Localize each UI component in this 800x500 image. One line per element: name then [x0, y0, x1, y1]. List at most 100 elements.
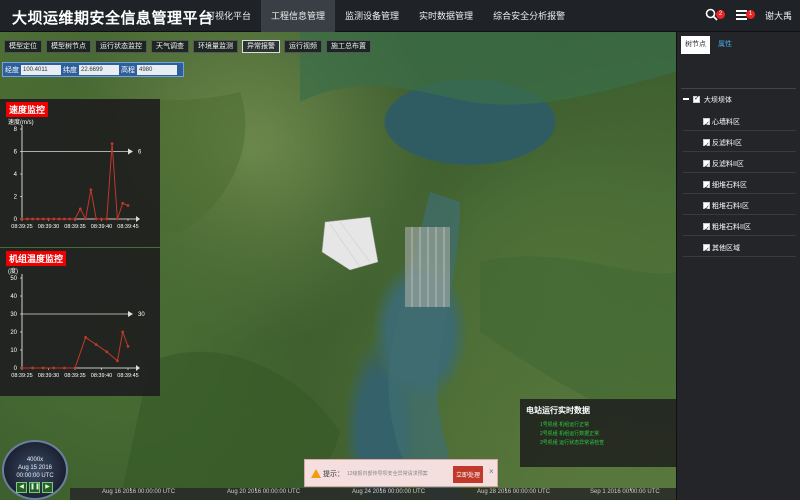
nav-visual-platform[interactable]: 可视化平台 — [196, 0, 261, 32]
clock-controls: ◀ ❚❚ ▶ — [16, 482, 53, 493]
alert-notification: 提示： 12级报内部传导坝安全异常请求预案 立即处理 × — [304, 459, 498, 487]
search-icon[interactable]: 2 — [705, 8, 725, 22]
data-point — [20, 366, 24, 370]
x-tick-label: 08:39:25 — [11, 373, 32, 379]
tool-run-status[interactable]: 运行状态监控 — [95, 40, 147, 53]
tree-item-label: 细堆石料区 — [712, 182, 747, 189]
checkbox-icon[interactable] — [703, 242, 710, 259]
tree-item-coarse-rockfill-2[interactable]: 粗堆石料II区 — [683, 219, 796, 238]
speed-chart: 0 2 4 6 8 08:39:25 08:39:30 08:39:35 08:39:40 08:… — [11, 125, 142, 230]
collapse-icon[interactable] — [683, 98, 689, 100]
checkbox-icon[interactable] — [703, 200, 710, 217]
header-actions: 2 1 谢大禹 — [705, 8, 792, 22]
tree-item-label: 反滤料I区 — [712, 140, 742, 147]
data-point — [100, 217, 103, 221]
search-badge: 2 — [715, 10, 725, 19]
checkbox-icon[interactable] — [703, 116, 710, 133]
app-title: 大坝运维期安全信息管理平台 — [12, 10, 214, 27]
animation-clock[interactable]: 4000x Aug 15 2016 00:00:00 UTC ◀ ❚❚ ▶ — [2, 440, 68, 500]
tree-item-core-wall[interactable]: 心墙料区 — [683, 114, 796, 133]
play-icon[interactable]: ▶ — [42, 482, 53, 493]
data-point — [41, 366, 45, 370]
y-tick-label: 10 — [10, 348, 17, 354]
tree-item-fine-rockfill[interactable]: 细堆石料区 — [683, 177, 796, 196]
series-line — [22, 143, 129, 221]
data-point — [94, 217, 98, 221]
tree-item-label: 粗堆石料I区 — [712, 203, 749, 210]
checkbox-icon[interactable] — [692, 94, 700, 103]
data-point — [52, 217, 56, 221]
tool-env-monitor[interactable]: 环境量监测 — [193, 40, 238, 53]
longitude-field[interactable] — [21, 64, 61, 75]
tree-root[interactable]: 大坝坝体 — [683, 94, 732, 105]
latitude-field[interactable] — [79, 64, 119, 75]
y-tick-label: 6 — [14, 150, 18, 156]
threshold-label: 30 — [138, 312, 145, 318]
tool-model-tree[interactable]: 模型树节点 — [46, 40, 91, 53]
y-tick-label: 0 — [14, 217, 18, 223]
checkbox-icon[interactable] — [703, 137, 710, 154]
nav-engineering-info[interactable]: 工程信息管理 — [261, 0, 336, 32]
user-name[interactable]: 谢大禹 — [765, 9, 792, 22]
tree-item-coarse-rockfill-1[interactable]: 粗堆石料I区 — [683, 198, 796, 217]
data-point — [63, 366, 66, 370]
threshold-arrow — [128, 148, 133, 155]
data-point — [57, 217, 61, 221]
timeline-bar[interactable]: Aug 16 2016 00:00:00 UTC Aug 20 2016 00:… — [70, 488, 676, 500]
y-tick-label: 8 — [14, 127, 18, 133]
tree-item-filter-1[interactable]: 反滤料I区 — [683, 135, 796, 154]
top-header: 大坝运维期安全信息管理平台 可视化平台 工程信息管理 监测设备管理 实时数据管理… — [0, 0, 800, 32]
x-tick-label: 08:39:45 — [117, 373, 138, 379]
temperature-chart-panel: 机组温度监控 (度) 0 10 20 30 40 50 08:39:25 08:39:30 08… — [0, 248, 160, 396]
tree-item-label: 粗堆石料II区 — [712, 224, 751, 231]
nav-realtime-data[interactable]: 实时数据管理 — [409, 0, 483, 32]
data-point — [126, 204, 130, 207]
handle-now-button[interactable]: 立即处理 — [453, 466, 484, 483]
tree-item-filter-2[interactable]: 反滤料II区 — [683, 156, 796, 175]
main-nav: 可视化平台 工程信息管理 监测设备管理 实时数据管理 综合安全分析报警 — [196, 0, 575, 32]
station-line: 2号机组 机组运行数据正常 — [540, 431, 600, 437]
x-tick-label: 08:39:25 — [11, 224, 32, 230]
tab-properties[interactable]: 属性 — [714, 36, 736, 54]
x-tick-label: 08:39:35 — [64, 373, 85, 379]
speed-chart-panel: 速度监控 速度(m/s) 0 2 4 6 8 08:39:25 08:39:30 08:39:… — [0, 99, 160, 247]
tool-anomaly-alarm[interactable]: 异常报警 — [242, 40, 280, 53]
checkbox-icon[interactable] — [703, 179, 710, 196]
tool-construction-layout[interactable]: 施工总布置 — [326, 40, 371, 53]
data-point — [63, 217, 66, 221]
nav-safety-analysis[interactable]: 综合安全分析报警 — [483, 0, 575, 32]
data-point — [31, 366, 34, 370]
tree-item-label: 心墙料区 — [712, 119, 740, 126]
y-tick-label: 2 — [14, 195, 18, 201]
clock-speed: 4000x — [26, 457, 44, 463]
latitude-label: 纬度 — [63, 66, 77, 74]
checkbox-icon[interactable] — [703, 158, 710, 175]
elevation-field[interactable] — [137, 64, 177, 75]
station-data-panel: 电站运行实时数据 1号机组 机组运行正常 2号机组 机组运行数据正常 3号机组 … — [520, 399, 676, 467]
nav-monitoring-devices[interactable]: 监测设备管理 — [335, 0, 409, 32]
right-panel-tabs: 树节点 属性 — [677, 32, 800, 54]
dam-model[interactable] — [320, 212, 380, 272]
station-data-title: 电站运行实时数据 — [526, 406, 590, 415]
speed-chart-title: 速度监控 — [6, 102, 49, 117]
tool-weather[interactable]: 天气调查 — [151, 40, 189, 53]
data-point — [78, 207, 82, 211]
pause-icon[interactable]: ❚❚ — [29, 482, 40, 493]
tool-model-locate[interactable]: 模型定位 — [4, 40, 42, 53]
tree-item-other-area[interactable]: 其他区域 — [683, 240, 796, 259]
rewind-icon[interactable]: ◀ — [16, 482, 27, 493]
checkbox-icon[interactable] — [703, 221, 710, 238]
close-icon[interactable]: × — [489, 467, 494, 476]
tab-tree-nodes[interactable]: 树节点 — [681, 36, 710, 54]
data-point — [105, 217, 109, 221]
powerhouse-model[interactable] — [400, 222, 460, 312]
right-panel: 树节点 属性 大坝坝体 心墙料区 反滤料I区 反滤料II区 细堆石料区 粗堆石料… — [676, 32, 800, 500]
alert-message: 12级报内部传导坝安全异常请求预案 — [347, 471, 428, 477]
data-point — [20, 217, 24, 221]
tool-run-video[interactable]: 运行视频 — [284, 40, 322, 53]
data-point — [84, 336, 87, 339]
station-line: 1号机组 机组运行正常 — [540, 422, 590, 428]
timeline-label: Sep 1 2016 00:00:00 UTC — [590, 489, 660, 495]
message-list-icon[interactable]: 1 — [735, 8, 755, 22]
x-axis-arrow — [136, 365, 140, 371]
